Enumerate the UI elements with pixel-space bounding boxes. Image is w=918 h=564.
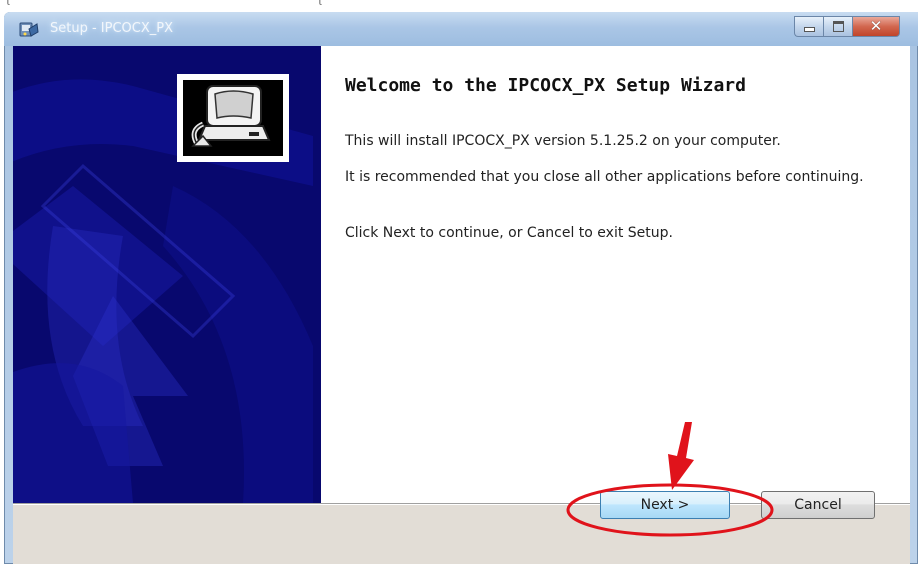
minimize-button[interactable] (794, 16, 823, 37)
cropped-page-strip: ι ι (0, 0, 918, 12)
wizard-image-frame (177, 74, 289, 162)
screenshot: ι ι Setup - IPCOCX_PX ✕ Welcome to the I… (0, 0, 918, 564)
cropped-text-right: ι (318, 0, 323, 8)
caption-buttons: ✕ (794, 16, 900, 38)
setup-app-icon[interactable] (18, 20, 40, 40)
title-bar[interactable]: Setup - IPCOCX_PX ✕ (4, 12, 918, 46)
close-button[interactable]: ✕ (852, 16, 900, 37)
minimize-icon (803, 27, 815, 32)
wizard-content: Welcome to the IPCOCX_PX Setup Wizard Th… (321, 46, 910, 503)
install-description: This will install IPCOCX_PX version 5.1.… (345, 133, 781, 149)
close-icon: ✕ (869, 17, 883, 35)
wizard-side-banner (13, 46, 321, 503)
close-apps-recommendation: It is recommended that you close all oth… (345, 169, 864, 185)
computer-install-icon (183, 80, 283, 156)
setup-window: Setup - IPCOCX_PX ✕ Welcome to the IPCOC… (4, 12, 918, 564)
red-arrow-icon (668, 422, 694, 490)
wizard-heading: Welcome to the IPCOCX_PX Setup Wizard (345, 75, 746, 96)
continue-instruction: Click Next to continue, or Cancel to exi… (345, 225, 673, 241)
cropped-text-left: ι (6, 0, 12, 8)
maximize-button[interactable] (823, 16, 852, 37)
window-title: Setup - IPCOCX_PX (50, 21, 174, 36)
maximize-icon (832, 21, 844, 32)
